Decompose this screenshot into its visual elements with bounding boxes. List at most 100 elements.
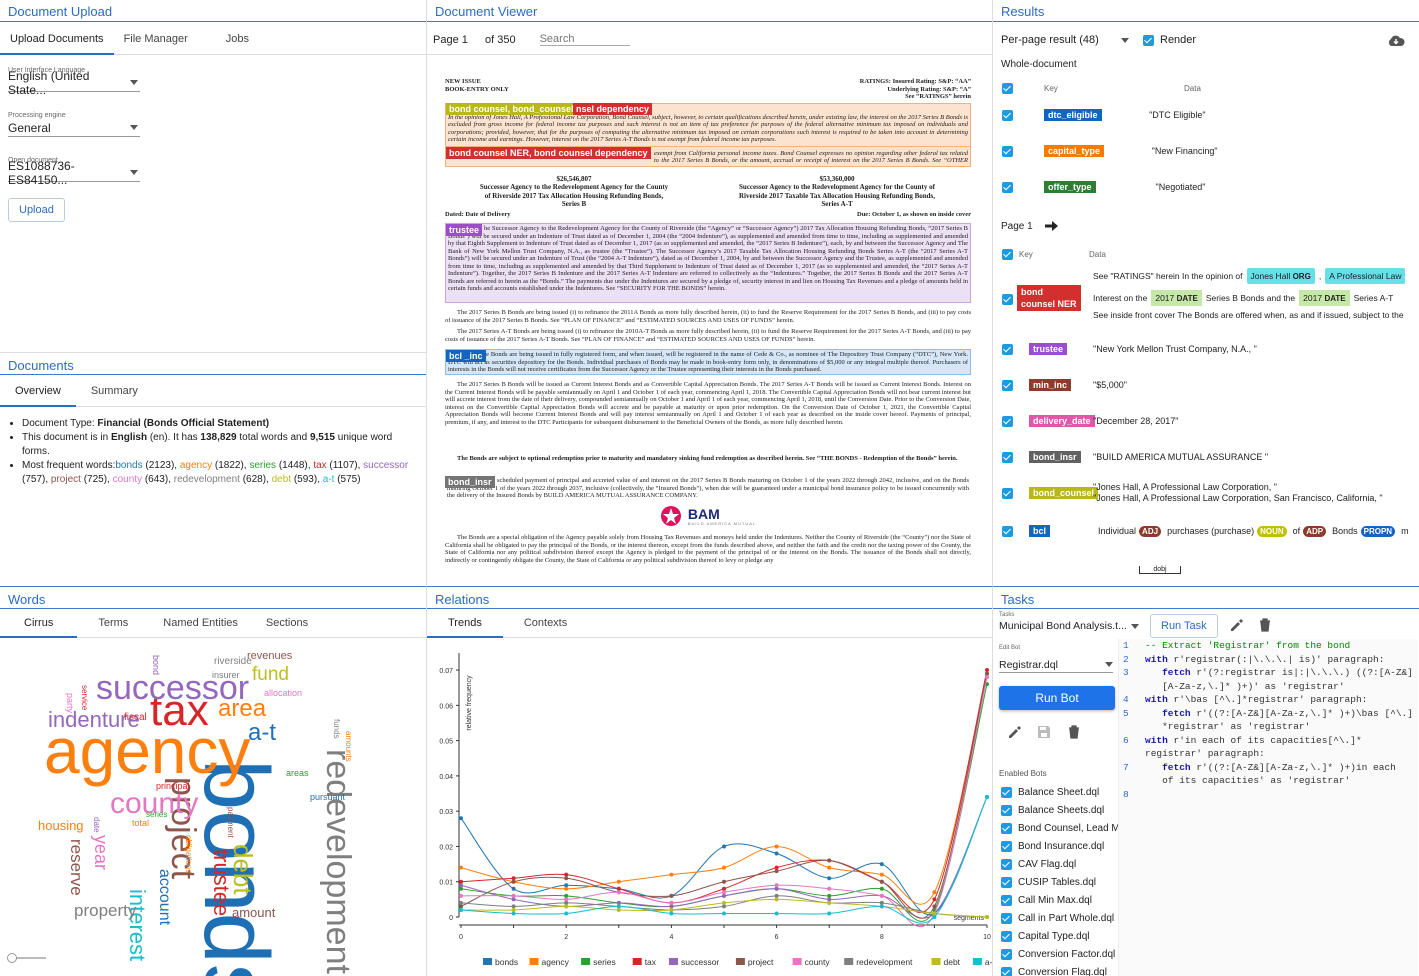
page-select[interactable]: Page 1 <box>433 34 471 46</box>
enabled-bot-item[interactable]: Call in Part Whole.dql <box>1001 909 1121 927</box>
cloud-word[interactable]: service <box>80 685 89 710</box>
tab-upload-documents[interactable]: Upload Documents <box>0 25 114 55</box>
per-page-select[interactable]: Per-page result (48) <box>1001 34 1129 46</box>
page-result-checkbox[interactable] <box>1002 487 1013 499</box>
data-point[interactable] <box>985 675 989 680</box>
series-line-agency[interactable] <box>460 673 988 905</box>
legend-label[interactable]: series <box>593 957 616 967</box>
data-point[interactable] <box>459 865 463 870</box>
data-point[interactable] <box>616 900 621 905</box>
page-result-row[interactable]: delivery_date "December 28, 2017" <box>993 414 1419 428</box>
cloud-word[interactable]: bond <box>151 655 161 675</box>
series-line-tax[interactable] <box>460 669 988 913</box>
search-input[interactable] <box>539 33 630 46</box>
data-point[interactable] <box>564 883 569 888</box>
data-point[interactable] <box>774 886 779 891</box>
edit-bot-icon[interactable] <box>1007 725 1021 739</box>
data-point[interactable] <box>511 907 516 912</box>
data-point[interactable] <box>774 883 779 888</box>
cloud-word[interactable]: obligations <box>184 835 193 873</box>
data-point[interactable] <box>459 904 463 909</box>
legend-label[interactable]: debt <box>944 957 961 967</box>
bcl-row[interactable]: bcl Individual ADJ purchases (purchase) NOU… <box>993 524 1419 538</box>
data-point[interactable] <box>932 915 937 919</box>
cloud-word[interactable]: payment <box>226 807 235 838</box>
data-point[interactable] <box>827 876 832 881</box>
page-result-checkbox[interactable] <box>1002 415 1013 427</box>
data-point[interactable] <box>459 883 463 888</box>
result-row-checkbox[interactable] <box>1002 145 1013 157</box>
data-point[interactable] <box>932 904 937 909</box>
cloud-word[interactable]: fiscal <box>124 713 147 723</box>
bcl-highlight[interactable]: bcl _inc e Bonds are being issued in ful… <box>445 349 971 375</box>
bot-checkbox[interactable] <box>1001 930 1012 942</box>
frequent-word[interactable]: project <box>51 474 81 485</box>
data-point[interactable] <box>879 900 884 905</box>
data-point[interactable] <box>932 897 937 902</box>
data-point[interactable] <box>774 869 779 874</box>
data-point[interactable] <box>879 893 884 898</box>
frequent-word[interactable]: series <box>249 460 276 471</box>
data-point[interactable] <box>564 897 569 902</box>
enabled-bot-item[interactable]: Conversion Flag.dql <box>1001 963 1121 976</box>
cloud-word[interactable]: series <box>146 811 167 819</box>
cloud-word[interactable]: redevelopment <box>319 749 357 974</box>
data-point[interactable] <box>669 904 674 909</box>
page-result-row[interactable]: bond_counsel "Jones Hall, A Professional … <box>993 482 1419 503</box>
frequent-word[interactable]: debt <box>272 474 291 485</box>
frequent-word[interactable]: a-t <box>323 474 335 485</box>
cloud-word[interactable]: allocation <box>264 689 302 698</box>
data-point[interactable] <box>985 915 989 919</box>
cloud-word[interactable]: account <box>156 869 173 925</box>
data-point[interactable] <box>459 900 463 905</box>
frequent-word[interactable]: tax <box>313 460 326 471</box>
cloud-word[interactable]: amount <box>232 906 275 919</box>
save-bot-icon[interactable] <box>1037 725 1051 739</box>
bot-checkbox[interactable] <box>1001 804 1012 816</box>
data-point[interactable] <box>669 893 674 898</box>
data-point[interactable] <box>459 893 463 898</box>
tab-contexts[interactable]: Contexts <box>503 610 588 638</box>
enabled-bot-item[interactable]: Call Min Max.dql <box>1001 891 1121 909</box>
legend-label[interactable]: successor <box>681 957 719 967</box>
cloud-word[interactable]: areas <box>286 769 309 778</box>
bond-counsel-highlight[interactable]: bond counsel, bond_counsel nsel dependen… <box>445 102 971 147</box>
tab-summary[interactable]: Summary <box>76 377 153 407</box>
data-point[interactable] <box>827 893 832 898</box>
data-point[interactable] <box>564 900 569 905</box>
cloud-word[interactable]: pursuant <box>310 793 345 802</box>
data-point[interactable] <box>459 816 463 821</box>
enabled-bot-item[interactable]: Balance Sheet.dql <box>1001 783 1121 801</box>
data-point[interactable] <box>616 907 621 912</box>
data-point[interactable] <box>879 872 884 877</box>
data-point[interactable] <box>722 844 726 849</box>
data-point[interactable] <box>879 879 884 884</box>
cloud-word[interactable]: funds <box>332 719 341 739</box>
data-point[interactable] <box>774 865 779 870</box>
data-point[interactable] <box>774 893 779 898</box>
bond-insr-highlight[interactable]: bond_insr scheduled payment of principal… <box>445 476 971 500</box>
cloud-word[interactable]: property <box>74 902 136 919</box>
bot-checkbox[interactable] <box>1001 840 1012 852</box>
data-point[interactable] <box>722 893 726 898</box>
result-row-checkbox[interactable] <box>1002 109 1013 121</box>
select-all-checkbox[interactable] <box>1002 82 1013 94</box>
data-point[interactable] <box>722 904 726 909</box>
data-point[interactable] <box>774 851 779 856</box>
enabled-bot-item[interactable]: Conversion Factor.dql <box>1001 945 1121 963</box>
frequent-word[interactable]: county <box>113 474 142 485</box>
data-point[interactable] <box>511 897 516 902</box>
data-point[interactable] <box>827 865 832 870</box>
page-result-checkbox[interactable] <box>1002 343 1013 355</box>
page-result-row[interactable]: trustee "New York Mellon Trust Company, N… <box>993 342 1419 356</box>
bond-counsel-ner-highlight[interactable]: bond counsel NER, bond counsel dependenc… <box>445 146 971 167</box>
result-row[interactable]: dtc_eligible "DTC Eligible" <box>993 108 1419 122</box>
tab-named-entities[interactable]: Named Entities <box>149 610 252 638</box>
bot-select[interactable]: Registrar.dql <box>999 657 1113 673</box>
cloud-download-icon[interactable] <box>1387 34 1405 47</box>
data-point[interactable] <box>564 886 569 891</box>
cloud-word[interactable]: total <box>132 819 149 828</box>
data-point[interactable] <box>511 911 516 916</box>
select-page-checkbox[interactable] <box>1002 248 1013 260</box>
legend-label[interactable]: bonds <box>495 957 518 967</box>
